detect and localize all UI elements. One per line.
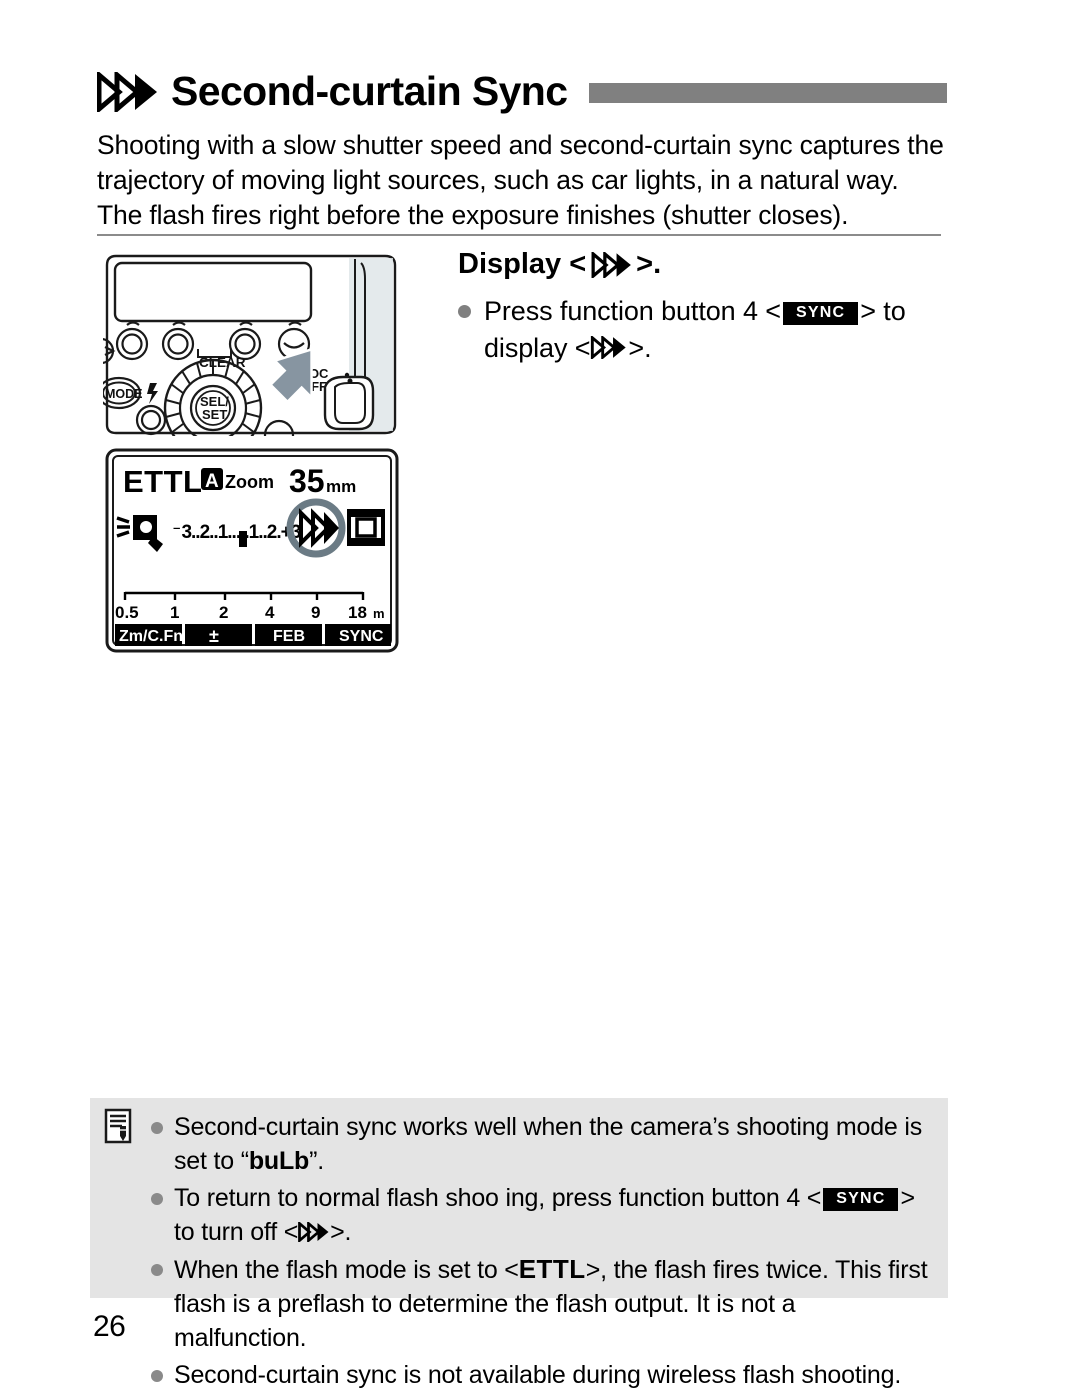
note-item: To return to normal flash shoo ing, pres… [151, 1181, 931, 1249]
display-bullet-item: Press function button 4 < SYNC > to displa… [458, 293, 948, 367]
second-curtain-sync-icon [298, 1222, 329, 1242]
focal-length-unit: mm [326, 477, 356, 496]
compensation-indicator [239, 531, 247, 547]
note-item: Second-curtain sync is not available dur… [151, 1358, 931, 1392]
note-item: When the flash mode is set to <ETTL>, th… [151, 1252, 931, 1355]
bullet-part-1: Press function button 4 < [484, 296, 781, 327]
svg-text:4: 4 [265, 603, 275, 622]
set-label: SET [202, 407, 227, 422]
note-item: Second-curtain sync works well when the … [151, 1110, 931, 1178]
flash-unit-illustration: CLEAR MODE SEL/ SET LOC OFF [103, 254, 397, 436]
second-curtain-sync-icon [591, 251, 632, 278]
second-curtain-sync-icon [97, 72, 157, 112]
bullet-dot [151, 1122, 163, 1134]
note-item-text: Second-curtain sync is not available dur… [174, 1361, 902, 1389]
bullet-dot [151, 1264, 163, 1276]
note-item-text: To return to normal flash shoo ing, pres… [174, 1181, 931, 1249]
display-bullet-text: Press function button 4 < SYNC > to displa… [484, 293, 948, 367]
section-divider [97, 234, 941, 236]
soft-button-zm-cfn: Zm/C.Fn [119, 628, 183, 645]
compensation-scale: ⁻3..2..1.....1..2.+3 [171, 522, 301, 543]
note-item-text: When the flash mode is set to <ETTL>, th… [174, 1252, 931, 1355]
note-pencil-icon [104, 1108, 132, 1144]
lcd-display-illustration: ETTL A Zoom 35 mm ⁻3..2..1.....1..2.+3 0… [105, 448, 399, 653]
svg-text:m: m [373, 606, 385, 621]
svg-text:0.5: 0.5 [115, 603, 139, 622]
svg-text:9: 9 [311, 603, 320, 622]
sync-badge: SYNC [782, 302, 859, 326]
svg-text:2: 2 [219, 603, 228, 622]
note-item-text: Second-curtain sync works well when the … [174, 1110, 931, 1178]
mode-label: MODE [105, 387, 143, 401]
bullet-dot [151, 1370, 163, 1382]
display-section: Display < >. Press function button 4 < SY… [458, 248, 948, 367]
intro-paragraph: Shooting with a slow shutter speed and s… [97, 130, 944, 230]
note-list: Second-curtain sync works well when the … [151, 1110, 931, 1395]
svg-text:1: 1 [170, 603, 179, 622]
note-box: Second-curtain sync works well when the … [90, 1098, 948, 1389]
zoom-label: Zoom [225, 472, 274, 492]
note-1-bold: buLb [248, 1147, 310, 1175]
soft-button-feb: FEB [273, 628, 305, 645]
svg-text:18: 18 [348, 603, 367, 622]
lcd-mode-text: ETTL [123, 464, 203, 499]
page-title: Second-curtain Sync [171, 67, 568, 114]
zoom-auto-badge: A [201, 468, 223, 492]
ettl-label: ETTL [518, 1254, 586, 1284]
display-heading: Display < >. [458, 248, 948, 281]
note-2-part-3: >. [330, 1218, 352, 1246]
bullet-dot [458, 305, 471, 319]
bullet-dot [151, 1193, 163, 1205]
soft-button-sync: SYNC [339, 628, 384, 645]
display-heading-prefix: Display < [458, 248, 587, 280]
note-1-part-2: ”. [309, 1147, 324, 1175]
sync-badge: SYNC [823, 1188, 899, 1211]
header-accent-bar [589, 83, 947, 103]
second-curtain-sync-icon [591, 336, 627, 360]
bullet-part-3: >. [628, 333, 652, 364]
manual-page: Second-curtain Sync Shooting with a slow… [0, 0, 1080, 1397]
svg-text:A: A [205, 471, 219, 492]
focal-length-value: 35 [289, 463, 325, 499]
display-heading-suffix: >. [636, 248, 662, 280]
note-3-part-1: When the flash mode is set to < [174, 1256, 519, 1284]
soft-button-fec: ± [209, 626, 219, 646]
page-header: Second-curtain Sync [97, 62, 947, 120]
note-2-part-1: To return to normal flash shoo ing, pres… [174, 1184, 822, 1212]
page-number: 26 [93, 1310, 126, 1343]
